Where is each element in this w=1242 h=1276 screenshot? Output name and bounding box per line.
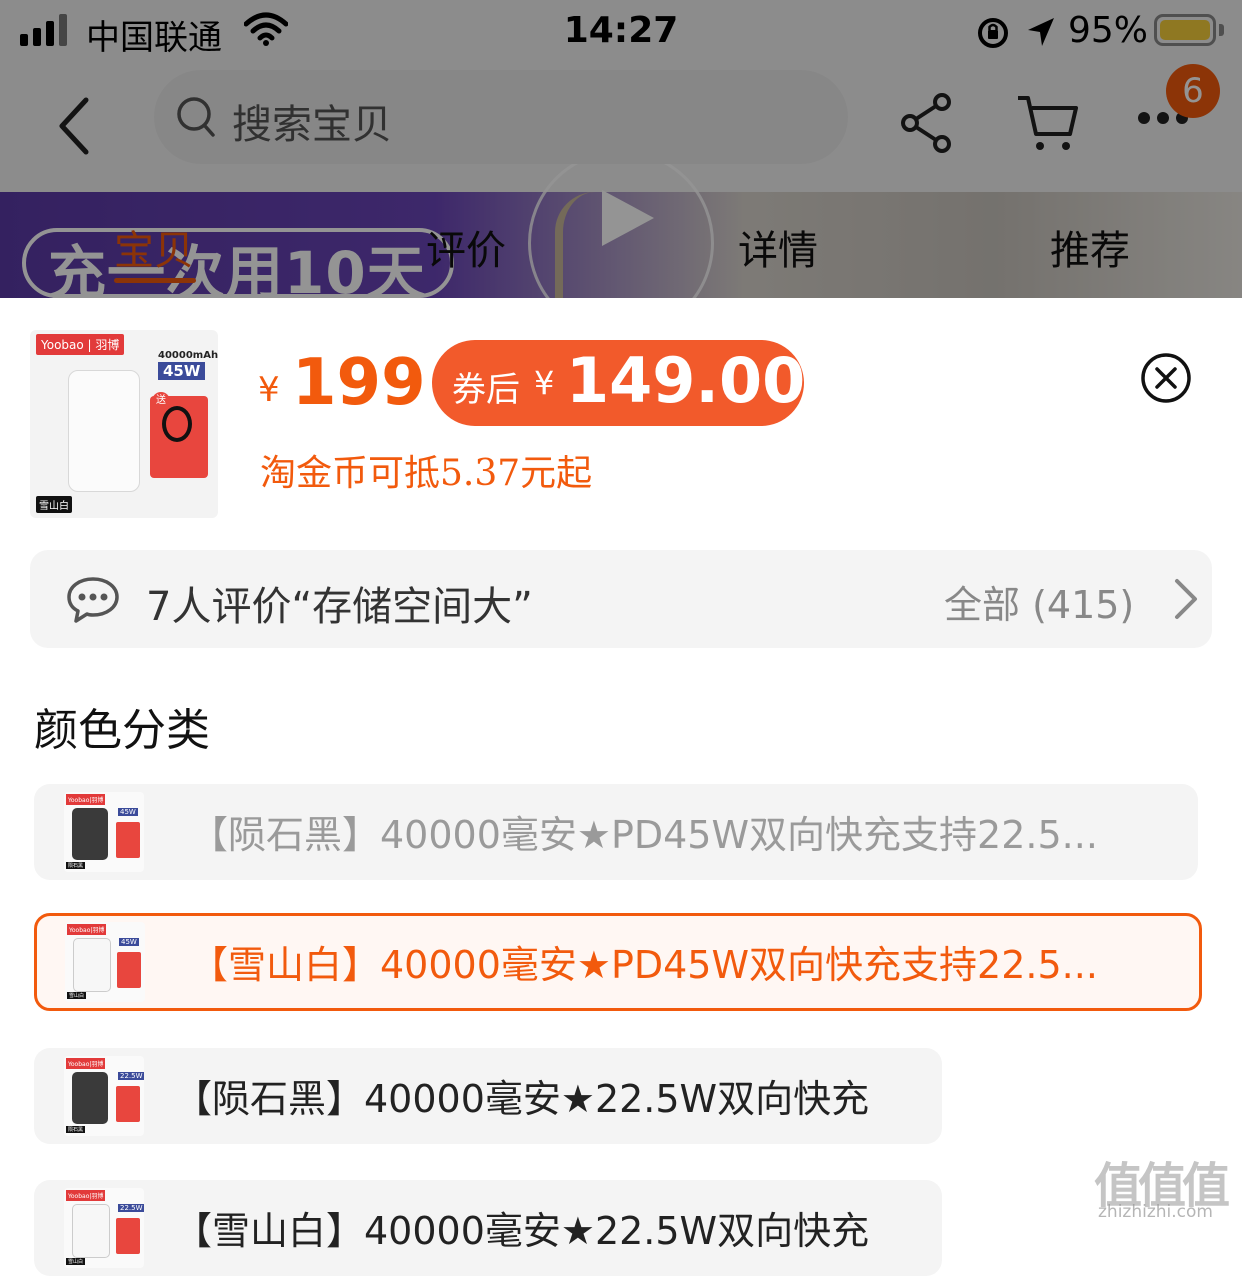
comment-icon	[67, 577, 119, 623]
site-watermark: 值值值 zhizhizhi.com	[1094, 1146, 1234, 1230]
cable-gift-card	[116, 822, 140, 858]
brand-tag: Yoobao | 羽博	[36, 334, 125, 355]
review-highlight: 7人评价“存储空间大”	[146, 584, 533, 630]
sku-option[interactable]: Yoobao|羽博 22.5W 陨石黑 【陨石黑】40000毫安★22.5W双向…	[34, 1048, 942, 1144]
color-tag: 雪山白	[66, 1258, 86, 1265]
gold-coin-discount: 淘金币可抵5.37元起	[260, 453, 593, 494]
sku-option-thumbnail: Yoobao|羽博 45W 陨石黑	[64, 792, 144, 872]
sku-option-thumbnail: Yoobao|羽博 22.5W 陨石黑	[64, 1056, 144, 1136]
brand-tag: Yoobao|羽博	[67, 924, 107, 935]
brand-tag: Yoobao|羽博	[66, 794, 106, 805]
brand-tag: Yoobao|羽博	[66, 1058, 106, 1069]
sku-option-selected[interactable]: Yoobao|羽博 45W 雪山白 【雪山白】40000毫安★PD45W双向快充…	[34, 913, 1202, 1011]
chevron-right-icon[interactable]	[1172, 578, 1200, 620]
coupon-currency: ¥	[534, 364, 555, 402]
sku-option-label: 【陨石黑】40000毫安★PD45W双向快充支持22.5...	[190, 813, 1098, 857]
wattage-label: 22.5W	[118, 1072, 144, 1080]
review-summary-bar[interactable]: 7人评价“存储空间大” 全部 (415)	[30, 550, 1212, 648]
wattage-label: 45W	[118, 808, 138, 816]
cable-gift-card	[116, 1218, 140, 1254]
capacity-label: 40000mAh	[158, 350, 218, 361]
dim-overlay[interactable]	[0, 0, 1242, 300]
sku-option-thumbnail: Yoobao|羽博 45W 雪山白	[65, 922, 145, 1002]
power-bank-image	[72, 808, 108, 860]
color-tag: 雪山白	[36, 496, 72, 513]
color-tag: 陨石黑	[66, 1126, 86, 1133]
close-icon[interactable]	[1140, 352, 1192, 404]
wattage-label: 45W	[119, 938, 139, 946]
power-bank-image	[72, 1072, 108, 1124]
sku-option-label: 【雪山白】40000毫安★PD45W双向快充支持22.5...	[190, 943, 1098, 987]
cable-gift-card	[116, 1086, 140, 1122]
cable-image	[162, 406, 192, 442]
wattage-label: 22.5W	[118, 1204, 144, 1212]
gift-badge: 送	[152, 392, 170, 410]
power-bank-image	[72, 1204, 110, 1258]
sku-option[interactable]: Yoobao|羽博 45W 陨石黑 【陨石黑】40000毫安★PD45W双向快充…	[34, 784, 1198, 880]
power-bank-image	[68, 370, 140, 492]
color-tag: 陨石黑	[66, 862, 86, 869]
sku-option-thumbnail: Yoobao|羽博 22.5W 雪山白	[64, 1188, 144, 1268]
wattage-label: 45W	[158, 362, 206, 380]
sku-option-label: 【雪山白】40000毫安★22.5W双向快充	[174, 1209, 870, 1253]
color-tag: 雪山白	[67, 992, 87, 999]
background-page: 充一次用10天 中国联通 14:27 95% 搜索宝贝 6 宝贝 评价 详情 推…	[0, 0, 1242, 336]
cable-gift-card	[117, 952, 141, 988]
sku-option-label: 【陨石黑】40000毫安★22.5W双向快充	[174, 1077, 870, 1121]
review-all-link[interactable]: 全部 (415)	[944, 574, 1134, 629]
coupon-label: 券后	[452, 370, 520, 410]
color-category-title: 颜色分类	[34, 705, 210, 756]
original-price: 199	[292, 346, 426, 420]
coupon-price-pill: 券后 ¥ 149.00	[432, 340, 806, 426]
brand-tag: Yoobao|羽博	[66, 1190, 106, 1201]
coupon-price: 149.00	[566, 344, 806, 417]
product-thumbnail[interactable]: Yoobao | 羽博 40000mAh 45W 送 雪山白	[30, 330, 218, 518]
sku-selector-sheet: Yoobao | 羽博 40000mAh 45W 送 雪山白 ¥ 199 券后 …	[0, 298, 1242, 1276]
price-currency: ¥	[258, 370, 280, 410]
watermark-url: zhizhizhi.com	[1098, 1202, 1213, 1222]
power-bank-image	[73, 938, 111, 992]
sku-option[interactable]: Yoobao|羽博 22.5W 雪山白 【雪山白】40000毫安★22.5W双向…	[34, 1180, 942, 1276]
